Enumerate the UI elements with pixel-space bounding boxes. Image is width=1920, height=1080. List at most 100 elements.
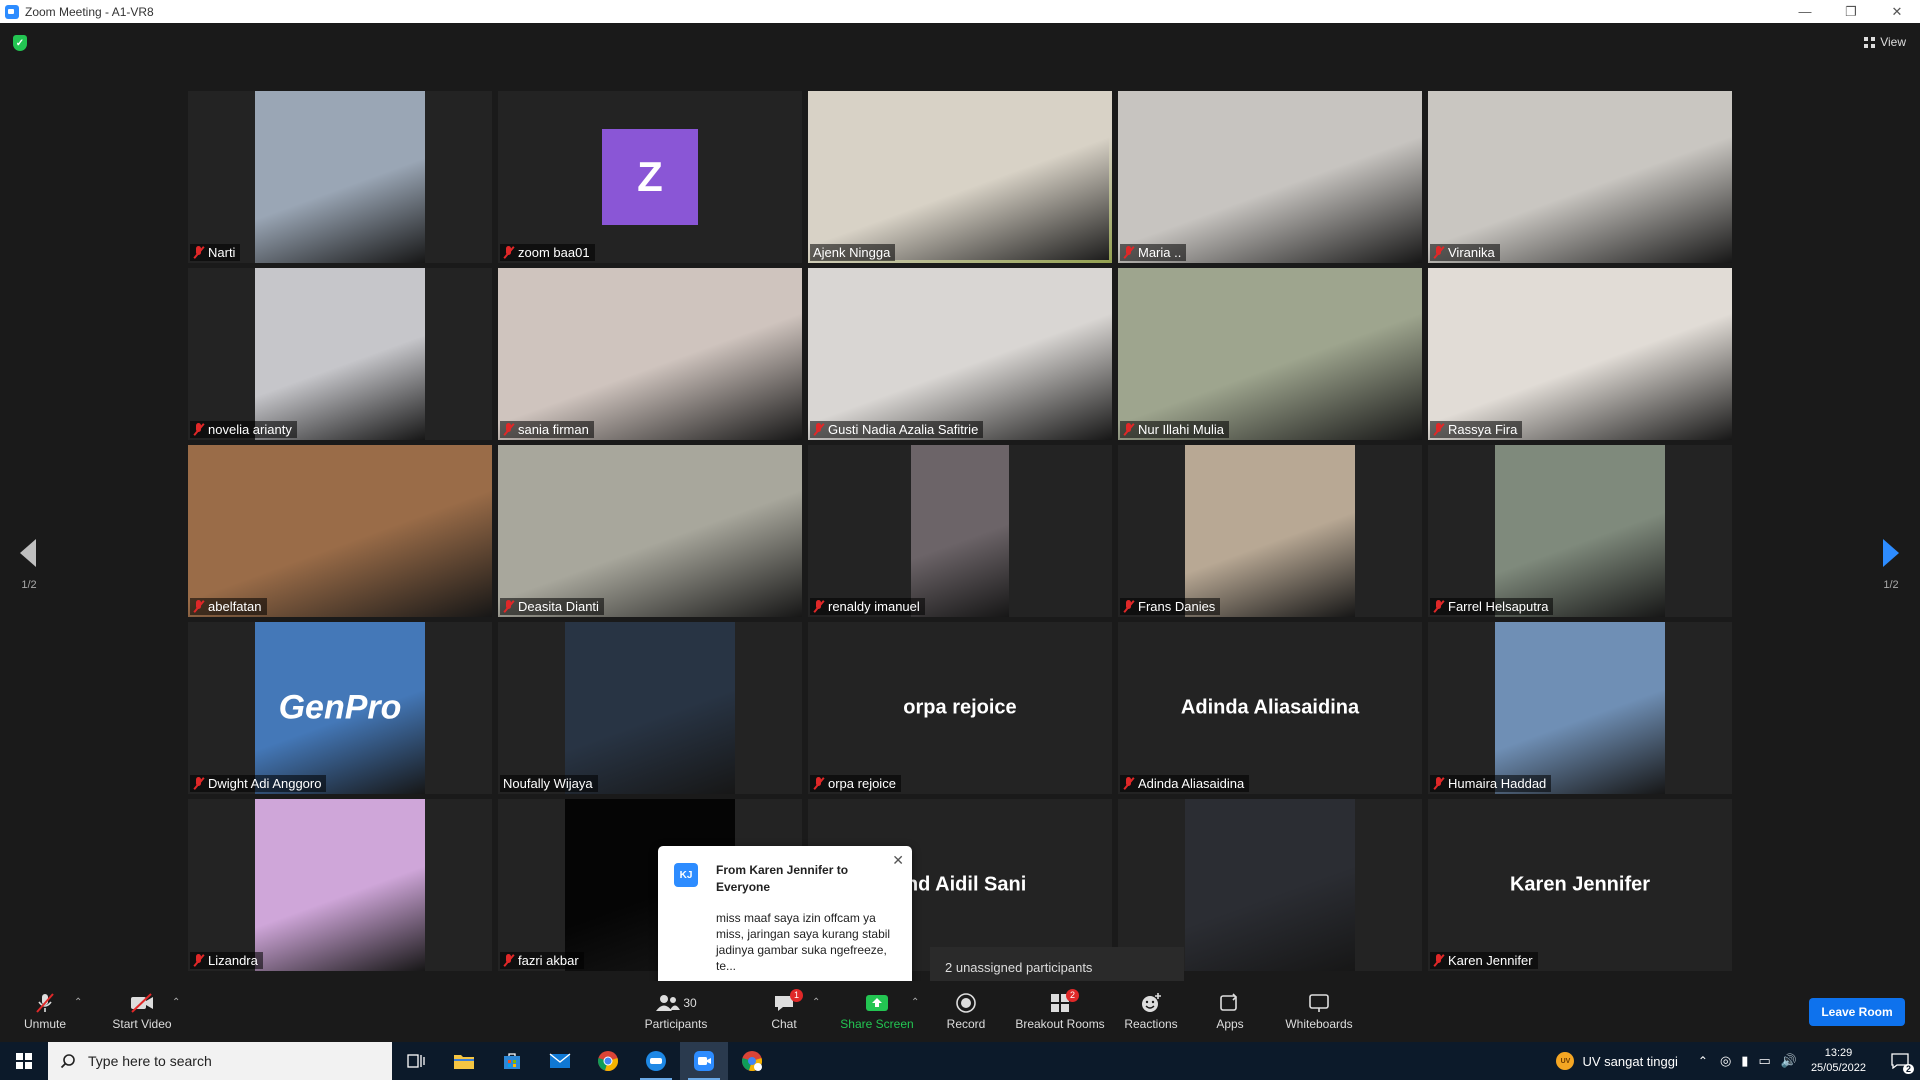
tray-chevron-up-icon[interactable]: ⌃: [1698, 1054, 1708, 1068]
restore-icon[interactable]: ❐: [1828, 0, 1874, 23]
prev-page-button[interactable]: [8, 538, 48, 568]
participant-tile[interactable]: Nur Illahi Mulia: [1118, 268, 1422, 440]
whiteboards-button[interactable]: Whiteboards: [1278, 981, 1360, 1042]
participant-tile[interactable]: Lizandra: [188, 799, 492, 971]
participant-tile[interactable]: Farrel Helsaputra: [1428, 445, 1732, 617]
volume-icon[interactable]: 🔊: [1781, 1053, 1797, 1069]
chat-notification-popup[interactable]: KJ From Karen Jennifer to Everyone ✕ mis…: [658, 846, 912, 994]
clock-time: 13:29: [1824, 1047, 1853, 1059]
file-explorer-icon[interactable]: [440, 1042, 488, 1080]
participant-video: [498, 445, 802, 617]
participant-tile[interactable]: Deasita Dianti: [498, 445, 802, 617]
unmute-button[interactable]: Unmute: [14, 981, 76, 1042]
chrome-profile-icon[interactable]: [728, 1042, 776, 1080]
mic-off-icon: [1433, 246, 1444, 259]
participant-name-label: Narti: [190, 244, 241, 261]
participant-video: [255, 268, 425, 440]
participant-tile[interactable]: abelfatan: [188, 445, 492, 617]
notification-center-icon[interactable]: 2: [1880, 1042, 1920, 1080]
uv-sun-icon: UV: [1556, 1052, 1575, 1070]
apps-button[interactable]: Apps: [1208, 981, 1252, 1042]
weather-widget[interactable]: UV UV sangat tinggi: [1556, 1052, 1678, 1070]
participant-tile[interactable]: renaldy imanuel: [808, 445, 1112, 617]
record-button[interactable]: Record: [938, 981, 994, 1042]
participant-name-label: orpa rejoice: [810, 775, 901, 792]
chat-caret-icon[interactable]: ⌃: [812, 997, 820, 1008]
taskbar-search[interactable]: Type here to search: [48, 1042, 392, 1080]
share-options-caret-icon[interactable]: ⌃: [911, 997, 919, 1008]
participant-tile[interactable]: sania firman: [498, 268, 802, 440]
mail-icon[interactable]: [536, 1042, 584, 1080]
participant-tile[interactable]: Rassya Fira: [1428, 268, 1732, 440]
breakout-badge: 2: [1066, 988, 1079, 1002]
chat-badge: 1: [790, 988, 803, 1002]
arrow-left-icon: [20, 539, 36, 567]
chat-message: miss maaf saya izin offcam ya miss, jari…: [716, 911, 891, 973]
next-page-button[interactable]: [1871, 538, 1911, 568]
participant-tile[interactable]: Humaira Haddad: [1428, 622, 1732, 794]
view-label: View: [1880, 35, 1906, 49]
participant-tile[interactable]: Noufally Wijaya: [498, 622, 802, 794]
participant-tile[interactable]: Gusti Nadia Azalia Safitrie: [808, 268, 1112, 440]
chat-icon: 1: [771, 988, 803, 1013]
participant-video: [255, 91, 425, 263]
participant-video: [808, 268, 1112, 440]
participant-video: [808, 91, 1112, 263]
participants-button[interactable]: 30 Participants: [640, 981, 712, 1042]
participant-tile[interactable]: Karen Jennifer Karen Jennifer: [1428, 799, 1732, 971]
close-window-icon[interactable]: ✕: [1874, 0, 1920, 23]
participant-tile[interactable]: Maria ..: [1118, 91, 1422, 263]
participant-tile[interactable]: Zzoom baa01: [498, 91, 802, 263]
chat-button[interactable]: 1 Chat: [758, 981, 810, 1042]
chrome-icon[interactable]: [584, 1042, 632, 1080]
audio-options-caret-icon[interactable]: ⌃: [74, 997, 82, 1008]
store-icon[interactable]: [488, 1042, 536, 1080]
share-screen-button[interactable]: Share Screen: [836, 981, 918, 1042]
reactions-label: Reactions: [1124, 1016, 1178, 1031]
participant-name: Karen Jennifer: [1448, 953, 1533, 968]
start-button[interactable]: [0, 1042, 48, 1080]
start-video-button[interactable]: Start Video: [104, 981, 180, 1042]
participant-name: novelia arianty: [208, 422, 292, 437]
zoom-taskbar-icon[interactable]: [680, 1042, 728, 1080]
mic-off-icon: [32, 992, 58, 1013]
participant-name: abelfatan: [208, 599, 262, 614]
participant-tile[interactable]: Ajenk Ningga: [808, 91, 1112, 263]
participants-count: 30: [683, 995, 697, 1010]
participant-name: Rassya Fira: [1448, 422, 1518, 437]
leave-room-button[interactable]: Leave Room: [1809, 998, 1905, 1026]
window-title: Zoom Meeting - A1-VR8: [25, 4, 154, 19]
participant-tile[interactable]: Narti: [188, 91, 492, 263]
chat-label: Chat: [771, 1016, 797, 1031]
participant-video: [255, 799, 425, 971]
participant-tile[interactable]: orpa rejoice orpa rejoice: [808, 622, 1112, 794]
video-options-caret-icon[interactable]: ⌃: [172, 997, 180, 1008]
video-off-icon: [129, 992, 155, 1013]
encryption-shield-icon[interactable]: ✓: [13, 35, 27, 51]
participant-tile[interactable]: Adinda Aliasaidina Adinda Aliasaidina: [1118, 622, 1422, 794]
mic-off-icon: [1123, 423, 1134, 436]
participant-tile[interactable]: Frans Danies: [1118, 445, 1422, 617]
breakout-rooms-button[interactable]: 2 Breakout Rooms: [1010, 981, 1110, 1042]
participant-name: Adinda Aliasaidina: [1138, 776, 1245, 791]
participant-name-label: Humaira Haddad: [1430, 775, 1552, 792]
minimize-icon[interactable]: —: [1782, 0, 1828, 23]
messenger-app-icon[interactable]: [632, 1042, 680, 1080]
reactions-button[interactable]: Reactions: [1120, 981, 1182, 1042]
participant-tile[interactable]: novelia arianty: [188, 268, 492, 440]
participant-name: Narti: [208, 245, 236, 260]
mic-tray-icon[interactable]: ▮: [1741, 1053, 1748, 1069]
share-screen-label: Share Screen: [840, 1016, 914, 1031]
participant-name: Noufally Wijaya: [503, 776, 593, 791]
task-view-icon[interactable]: [392, 1042, 440, 1080]
participant-tile[interactable]: amaputra: [1118, 799, 1422, 971]
zoom-app-icon: [5, 4, 19, 19]
participant-tile[interactable]: Viranika: [1428, 91, 1732, 263]
clock[interactable]: 13:29 25/05/2022: [1811, 1046, 1866, 1076]
view-button[interactable]: View: [1864, 35, 1906, 49]
participant-tile[interactable]: GenPro Dwight Adi Anggoro: [188, 622, 492, 794]
battery-icon[interactable]: ▭: [1758, 1053, 1770, 1069]
close-icon[interactable]: ✕: [892, 852, 904, 869]
mic-off-icon: [1123, 246, 1134, 259]
network-icon[interactable]: ◎: [1720, 1053, 1731, 1069]
